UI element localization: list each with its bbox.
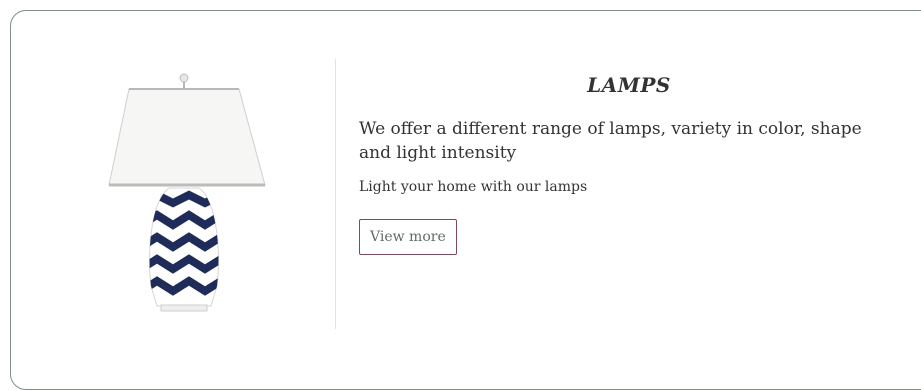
category-card: LAMPS We offer a different range of lamp… bbox=[10, 10, 921, 390]
card-tagline: Light your home with our lamps bbox=[359, 179, 588, 195]
lamp-image bbox=[81, 51, 311, 321]
card-description: We offer a different range of lamps, var… bbox=[359, 119, 862, 163]
vertical-divider bbox=[335, 59, 336, 329]
card-content: LAMPS We offer a different range of lamp… bbox=[359, 73, 899, 255]
card-title: LAMPS bbox=[587, 73, 671, 97]
view-more-button[interactable]: View more bbox=[359, 219, 457, 255]
